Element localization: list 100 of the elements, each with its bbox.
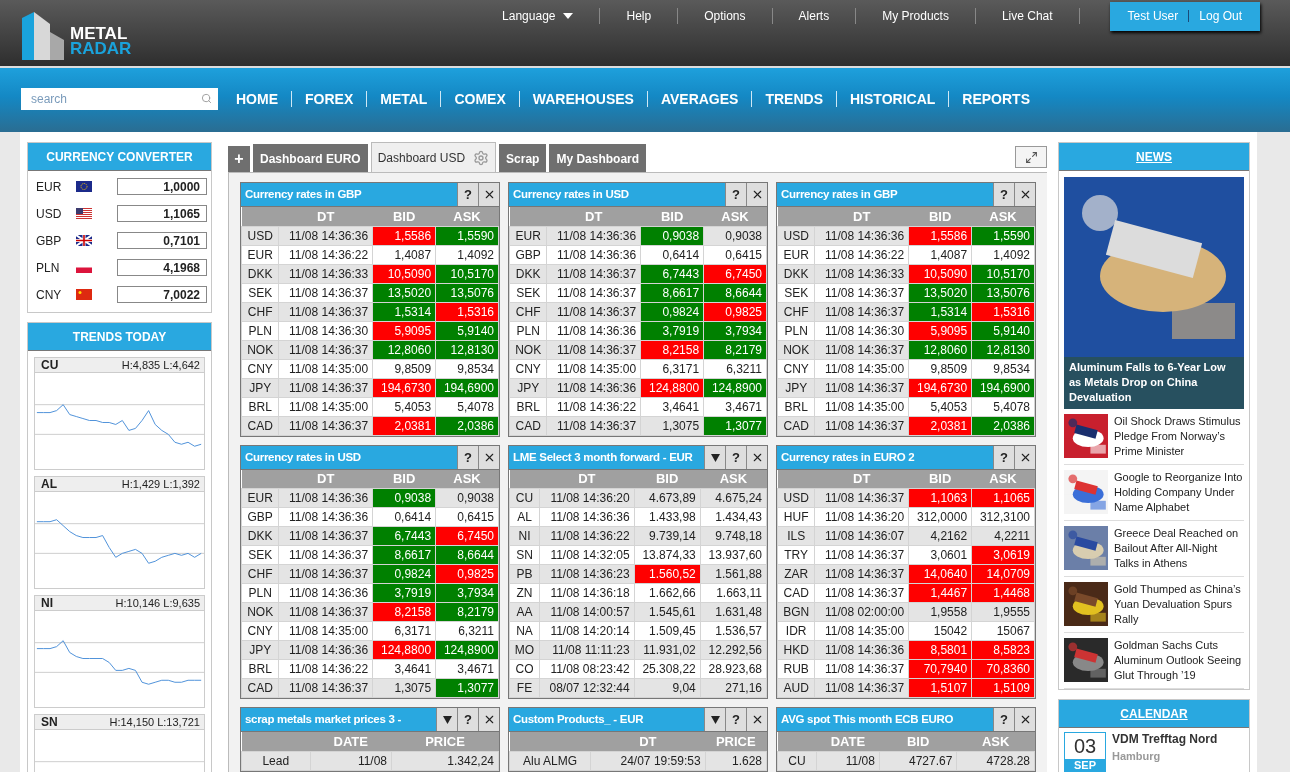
metal-label: AL — [41, 477, 57, 491]
metal-label: NI — [41, 596, 53, 610]
metal-label: SN — [41, 715, 58, 729]
widget-title: Currency rates in GBP — [244, 187, 363, 202]
table-cell: 11/08 14:36:36 — [278, 226, 373, 245]
help-button[interactable]: ? — [457, 708, 478, 731]
month-label: SEP — [1065, 759, 1105, 771]
table-cell: 0,9038 — [435, 488, 499, 508]
table-cell: EUR — [509, 226, 547, 245]
flag-icon — [76, 208, 92, 219]
amount-field[interactable]: 1,0000 — [117, 178, 207, 195]
table-cell: 11/08 14:36:36 — [814, 226, 909, 245]
dashboard-tab[interactable]: Dashboard EURO — [253, 144, 368, 172]
table-cell: USD — [777, 488, 815, 508]
amount-field[interactable]: 1,1065 — [117, 205, 207, 222]
news-headline[interactable]: Oil Shock Draws Stimulus Pledge From Norway’s Prime Minister — [1114, 414, 1244, 459]
nav-link[interactable]: HISTORICAL — [836, 91, 949, 107]
top-menu-link[interactable]: Help — [600, 8, 679, 24]
column-header: ASK — [971, 207, 1035, 226]
top-menu-link[interactable]: My Products — [856, 8, 976, 24]
nav-link[interactable]: HOME — [223, 91, 291, 107]
help-button[interactable]: ? — [457, 445, 478, 469]
close-button[interactable] — [1014, 183, 1035, 206]
event-place: Hamburg — [1112, 750, 1162, 762]
logo-text: RADAR — [70, 41, 132, 56]
close-button[interactable] — [746, 708, 767, 731]
search-icon — [201, 93, 212, 104]
help-button[interactable]: ? — [993, 183, 1014, 206]
nav-link[interactable]: WAREHOUSES — [518, 91, 647, 107]
column-header: DT — [278, 207, 373, 226]
table-cell: EUR — [241, 488, 279, 508]
help-button[interactable]: ? — [457, 183, 478, 206]
day-number: 03 — [1073, 734, 1097, 759]
logo-icon — [20, 12, 66, 60]
table-cell: 24/07 19:59:53 — [590, 751, 706, 770]
nav-link[interactable]: REPORTS — [948, 91, 1043, 107]
search-field[interactable]: search — [21, 88, 218, 110]
table-cell: USD — [241, 226, 279, 245]
nav-link[interactable]: TRENDS — [751, 91, 836, 107]
help-button[interactable]: ? — [725, 708, 746, 731]
dashboard-tab[interactable]: Scrap — [499, 144, 547, 172]
caret-icon — [442, 715, 452, 724]
dropdown-button[interactable] — [436, 708, 457, 731]
news-headline[interactable]: Greece Deal Reached on Bailout After All-Night Talks in Athens — [1114, 526, 1244, 571]
top-menu-link[interactable]: Language — [476, 8, 601, 24]
news-headline[interactable]: Gold Thumped as China’s Yuan Devaluation Spurs Rally — [1114, 582, 1244, 627]
table-cell: 4728.28 — [956, 751, 1035, 770]
news-headline[interactable]: Goldman Sachs Cuts Aluminum Outlook Seeing Glut Through ’19 — [1114, 638, 1244, 683]
table-cell: 1,1063 — [908, 488, 972, 508]
table-cell: Alu ALMG — [509, 751, 591, 770]
flag-icon — [76, 289, 92, 300]
widget-title: LME Select 3 month forward - EUR — [512, 449, 694, 465]
event-title[interactable]: VDM Trefftag Nord — [1112, 732, 1218, 746]
top-menu-link[interactable]: Alerts — [772, 8, 857, 24]
close-button[interactable] — [478, 445, 499, 469]
close-button[interactable] — [746, 183, 767, 206]
table-cell: 4.673,89 — [634, 488, 701, 508]
currency-code: PLN — [36, 260, 61, 275]
dropdown-button[interactable] — [704, 445, 725, 469]
help-button[interactable]: ? — [993, 708, 1014, 731]
column-header: DATE — [310, 732, 392, 751]
nav-link[interactable]: AVERAGES — [646, 91, 752, 107]
settings-icon — [473, 149, 490, 166]
feature-headline[interactable]: Aluminum Falls to 6-Year Low as Metals Drop on China Devaluation — [1064, 357, 1244, 409]
close-button[interactable] — [478, 183, 499, 206]
close-button[interactable] — [478, 708, 499, 731]
top-menu-link[interactable]: Live Chat — [975, 8, 1080, 24]
close-button[interactable] — [1014, 708, 1035, 731]
widget-title: Currency rates in EURO 2 — [780, 449, 916, 465]
table-cell: 4.675,24 — [700, 488, 767, 508]
table-cell: USD — [777, 226, 815, 245]
range-label: H:14,150 L:13,721 — [109, 716, 200, 728]
amount-field[interactable]: 7,0022 — [117, 286, 207, 303]
dropdown-button[interactable] — [704, 708, 725, 731]
amount-field[interactable]: 0,7101 — [117, 232, 207, 249]
top-menu-link[interactable]: Options — [678, 8, 773, 24]
nav-link[interactable]: COMEX — [440, 91, 519, 107]
close-button[interactable] — [746, 445, 767, 469]
caret-icon — [710, 715, 720, 724]
column-header: DT — [546, 207, 641, 226]
nav-link[interactable]: METAL — [366, 91, 441, 107]
fullscreen-button[interactable] — [1015, 146, 1047, 168]
widget-title: Currency rates in USD — [512, 187, 630, 202]
news-headline[interactable]: Google to Reorganize Into Holding Company Under Name Alphabet — [1114, 470, 1244, 515]
flag-icon — [76, 235, 92, 246]
table-cell: 11/08 14:36:37 — [814, 488, 909, 508]
help-button[interactable]: ? — [993, 445, 1014, 469]
close-button[interactable] — [1014, 445, 1035, 469]
dashboard-tab[interactable]: Dashboard USD — [370, 142, 497, 172]
table-cell: 1,5586 — [372, 226, 436, 245]
help-button[interactable]: ? — [725, 445, 746, 469]
dashboard-tab[interactable]: My Dashboard — [549, 144, 647, 172]
add-tab-button[interactable]: + — [228, 146, 250, 172]
help-button[interactable]: ? — [725, 183, 746, 206]
table-cell: 1,5590 — [971, 226, 1035, 245]
widget-title: Currency rates in GBP — [780, 187, 899, 202]
table-cell: 0,9038 — [703, 226, 767, 245]
nav-link[interactable]: FOREX — [291, 91, 367, 107]
amount-field[interactable]: 4,1968 — [117, 259, 207, 276]
currency-code: CNY — [36, 287, 63, 302]
